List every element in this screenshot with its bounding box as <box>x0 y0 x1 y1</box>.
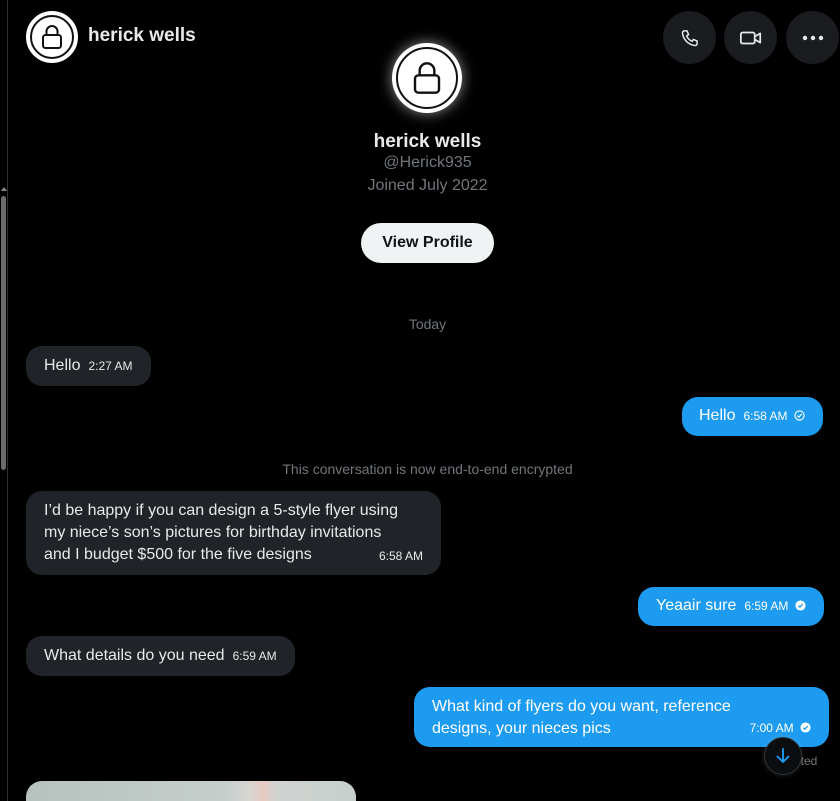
profile-joined-date: Joined July 2022 <box>367 177 488 194</box>
message-time: 6:59 AM <box>744 599 789 613</box>
dm-conversation: herick wells herick wells @Herick935 Joi… <box>0 0 840 801</box>
scroll-to-bottom-button[interactable] <box>764 737 802 775</box>
message-outgoing[interactable]: What kind of flyers do you want, referen… <box>414 687 829 747</box>
sent-status-icon <box>794 410 805 421</box>
call-button[interactable] <box>663 11 716 64</box>
read-status-icon <box>800 722 811 733</box>
profile-handle: @Herick935 <box>383 154 472 171</box>
scrollbar-thumb[interactable] <box>1 196 6 470</box>
message-image-attachment[interactable] <box>26 781 356 801</box>
message-meta: 6:58 AM <box>743 405 805 427</box>
day-separator: Today <box>408 316 447 332</box>
more-options-button[interactable] <box>786 11 839 64</box>
more-horizontal-icon <box>802 35 823 40</box>
message-time: 6:58 AM <box>743 409 788 423</box>
message-text: What details do you need <box>44 647 225 664</box>
phone-icon <box>681 29 698 46</box>
message-incoming[interactable]: What details do you need 6:59 AM <box>26 636 295 676</box>
lock-icon <box>396 47 458 109</box>
message-incoming[interactable]: I’d be happy if you can design a 5-style… <box>26 491 441 575</box>
profile-name: herick wells <box>373 131 482 152</box>
message-text: Hello <box>699 407 736 424</box>
message-text: I’d be happy if you can design a 5-style… <box>44 502 398 563</box>
profile-avatar[interactable] <box>392 43 462 113</box>
message-outgoing[interactable]: Yeaair sure 6:59 AM <box>638 587 824 626</box>
video-call-button[interactable] <box>724 11 777 64</box>
message-meta: 7:00 AM <box>750 717 811 739</box>
lock-icon <box>30 15 74 59</box>
message-time: 2:27 AM <box>88 359 133 373</box>
header-name[interactable]: herick wells <box>88 25 196 47</box>
message-time: 6:59 AM <box>232 649 277 663</box>
message-time: 7:00 AM <box>749 721 794 735</box>
arrow-down-icon <box>776 748 790 763</box>
message-text: Yeaair sure <box>656 597 737 614</box>
message-outgoing[interactable]: Hello 6:58 AM <box>682 397 823 436</box>
message-incoming[interactable]: Hello 2:27 AM <box>26 346 151 386</box>
message-meta: 6:59 AM <box>744 595 806 617</box>
header-avatar[interactable] <box>26 11 78 63</box>
scrollbar[interactable] <box>0 0 8 801</box>
encryption-notice: This conversation is now end-to-end encr… <box>282 461 573 477</box>
view-profile-button[interactable]: View Profile <box>361 223 494 263</box>
video-icon <box>739 31 761 44</box>
message-text: Hello <box>44 357 81 374</box>
read-status-icon <box>795 600 806 611</box>
message-time: 6:58 AM <box>378 549 423 563</box>
